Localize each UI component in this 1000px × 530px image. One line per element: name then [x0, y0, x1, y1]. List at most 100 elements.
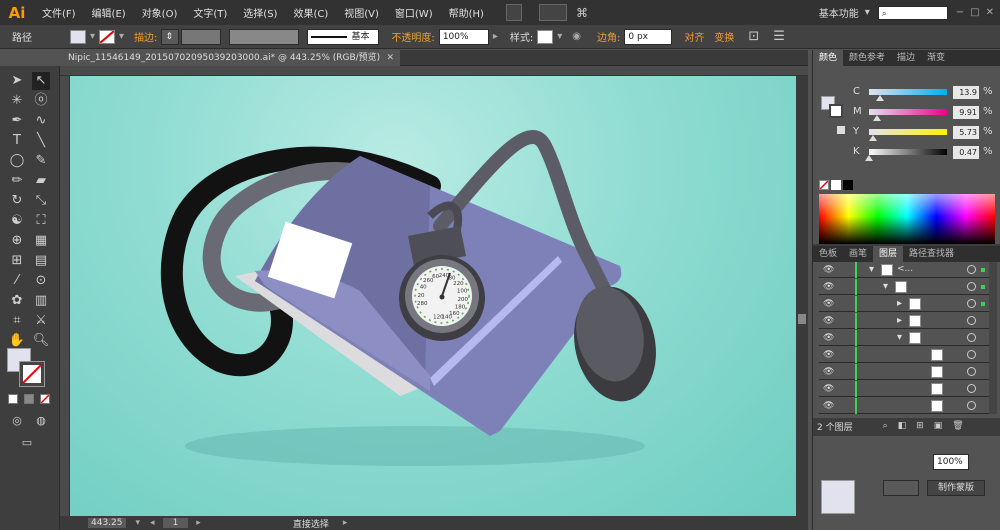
column-graph-icon[interactable]: ▥ [32, 292, 50, 310]
type-tool-icon[interactable]: T [8, 132, 26, 150]
vertical-scrollbar[interactable] [796, 76, 808, 516]
layer-row[interactable]: 👁︎ [819, 381, 993, 397]
channel-value-magenta[interactable]: 9.91 [953, 106, 979, 119]
tab-layers[interactable]: 图层 [873, 246, 904, 262]
artboard-icon[interactable]: ⌗ [8, 312, 26, 330]
corner-radius-input[interactable]: 0 px [624, 28, 673, 45]
target-ring-icon[interactable] [967, 299, 976, 308]
warp-icon[interactable]: ☯ [8, 212, 26, 230]
visibility-eye-icon[interactable]: 👁︎ [823, 333, 834, 343]
visibility-eye-icon[interactable]: 👁︎ [823, 401, 834, 411]
new-sublayer-icon[interactable]: ⊞ [916, 421, 924, 431]
maximize-icon[interactable]: □ [970, 7, 979, 18]
stroke-color-box[interactable] [19, 361, 45, 387]
paintbrush-icon[interactable]: ✎ [32, 152, 50, 170]
prev-artboard-icon[interactable]: ◂ [150, 518, 155, 528]
menu-window[interactable]: 窗口(W) [387, 5, 441, 20]
transform-link[interactable]: 变换 [714, 29, 734, 44]
channel-value-yellow[interactable]: 5.73 [953, 126, 979, 139]
tab-color[interactable]: 颜色 [813, 50, 844, 66]
draw-behind-icon[interactable]: ◍ [32, 412, 50, 430]
pen-tool-icon[interactable]: ✒ [8, 112, 26, 130]
channel-value-black[interactable]: 0.47 [953, 146, 979, 159]
visibility-eye-icon[interactable]: 👁︎ [823, 299, 834, 309]
slider-thumb-icon[interactable] [875, 95, 884, 101]
scale-icon[interactable]: ⤡ [32, 192, 50, 210]
slice-icon[interactable]: ⚔ [32, 312, 50, 330]
channel-value-cyan[interactable]: 13.9 [953, 86, 979, 99]
slider-thumb-icon[interactable] [872, 115, 881, 121]
collapse-arrow-icon[interactable]: ▾ [897, 332, 902, 343]
graphic-style-swatch[interactable] [537, 29, 554, 44]
brush-definition-select[interactable]: 基本 [307, 28, 380, 45]
workspace-switcher[interactable]: 基本功能 [819, 5, 859, 20]
panel-stroke-swatch[interactable] [829, 104, 843, 118]
tab-color-guide[interactable]: 颜色参考 [843, 50, 891, 66]
channel-slider-yellow[interactable] [869, 129, 947, 141]
rotate-icon[interactable]: ↻ [8, 192, 26, 210]
visibility-eye-icon[interactable]: 👁︎ [823, 316, 834, 326]
artboard-number-input[interactable]: 1 [162, 518, 189, 528]
panel-opacity-input[interactable]: 100% [933, 454, 969, 470]
menu-file[interactable]: 文件(F) [34, 5, 84, 20]
expand-arrow-icon[interactable]: ▸ [897, 298, 902, 309]
locate-object-icon[interactable]: ⌕ [883, 421, 888, 431]
eraser-icon[interactable]: ▰ [32, 172, 50, 190]
tab-gradient[interactable]: 渐变 [921, 50, 951, 66]
visibility-eye-icon[interactable]: 👁︎ [823, 350, 834, 360]
isolate-icon[interactable]: ⊡ [748, 29, 759, 44]
magic-wand-icon[interactable]: ✳ [8, 92, 26, 110]
draw-mode-icon[interactable]: ◎ [8, 412, 26, 430]
target-ring-icon[interactable] [967, 350, 976, 359]
recolor-icon[interactable]: ◉ [572, 31, 581, 42]
menu-view[interactable]: 视图(V) [336, 5, 387, 20]
visibility-eye-icon[interactable]: 👁︎ [823, 282, 834, 292]
opacity-input[interactable]: 100% [438, 28, 489, 45]
slider-thumb-icon[interactable] [865, 155, 874, 161]
layer-row[interactable]: 👁︎ ▸ [819, 313, 993, 329]
menu-edit[interactable]: 编辑(E) [84, 5, 134, 20]
tab-stroke[interactable]: 描边 [891, 50, 921, 66]
channel-slider-black[interactable] [865, 149, 947, 161]
shape-builder-icon[interactable]: ⊕ [8, 232, 26, 250]
zoom-tool-icon[interactable]: 🔍︎ [32, 332, 50, 350]
menu-select[interactable]: 选择(S) [235, 5, 285, 20]
black-color-icon[interactable] [843, 180, 853, 190]
channel-slider-magenta[interactable] [869, 109, 947, 121]
none-color-icon[interactable] [819, 180, 829, 190]
target-ring-icon[interactable] [967, 282, 976, 291]
fill-swatch[interactable] [70, 29, 86, 44]
free-transform-icon[interactable]: ⛶ [32, 212, 50, 230]
vertical-scroll-thumb[interactable] [798, 314, 806, 324]
layer-row[interactable]: 👁︎ [819, 398, 993, 414]
gpu-icon[interactable]: ⌘ [576, 6, 588, 20]
menu-effect[interactable]: 效果(C) [285, 5, 336, 20]
target-ring-icon[interactable] [967, 401, 976, 410]
stroke-swatch[interactable] [99, 29, 116, 44]
line-tool-icon[interactable]: ╲ [32, 132, 50, 150]
collapse-arrow-icon[interactable]: ▾ [883, 281, 888, 292]
ellipse-tool-icon[interactable]: ◯ [8, 152, 26, 170]
target-ring-icon[interactable] [967, 265, 976, 274]
layer-row[interactable]: 👁︎ ▾ [819, 279, 993, 295]
tab-brushes[interactable]: 画笔 [843, 246, 873, 262]
visibility-eye-icon[interactable]: 👁︎ [823, 384, 834, 394]
layer-row[interactable]: 👁︎ [819, 364, 993, 380]
layer-row[interactable]: 👁︎ ▸ [819, 296, 993, 312]
target-ring-icon[interactable] [967, 367, 976, 376]
stroke-weight-stepper[interactable]: ⇕ [161, 28, 180, 45]
menu-object[interactable]: 对象(O) [134, 5, 186, 20]
visibility-eye-icon[interactable]: 👁︎ [823, 265, 834, 275]
mesh-icon[interactable]: ⊞ [8, 252, 26, 270]
lasso-icon[interactable]: ⓞ [32, 92, 50, 110]
target-ring-icon[interactable] [967, 333, 976, 342]
perspective-grid-icon[interactable]: ▦ [32, 232, 50, 250]
align-link[interactable]: 对齐 [684, 29, 704, 44]
blend-icon[interactable]: ⊙ [32, 272, 50, 290]
tab-swatches[interactable]: 色板 [813, 246, 843, 262]
delete-layer-icon[interactable]: 🗑︎ [952, 421, 963, 431]
none-mode-icon[interactable] [40, 394, 50, 404]
slider-thumb-icon[interactable] [869, 135, 878, 141]
layer-row[interactable]: 👁︎ ▾ [819, 330, 993, 346]
clipping-mask-icon[interactable]: ◧ [898, 421, 907, 431]
